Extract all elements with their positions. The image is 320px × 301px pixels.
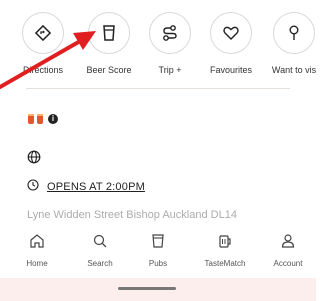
- tab-tastematch-label: TasteMatch: [204, 259, 246, 268]
- tab-account-label: Account: [273, 259, 303, 268]
- beer-badges: i: [28, 114, 58, 124]
- tab-tastematch[interactable]: TasteMatch: [200, 231, 250, 268]
- system-bottom-bar: [0, 278, 316, 301]
- pint-icon: [37, 114, 43, 124]
- opening-hours-row[interactable]: OPENS AT 2:00PM: [27, 178, 145, 196]
- tab-search-label: Search: [87, 259, 113, 268]
- info-icon[interactable]: i: [48, 114, 58, 124]
- heart-icon: [210, 12, 252, 54]
- opening-status[interactable]: OPENS AT 2:00PM: [47, 181, 145, 193]
- search-icon: [75, 231, 125, 251]
- directions-button[interactable]: Directions: [8, 12, 78, 88]
- bottom-tab-bar: Home Search Pubs TasteMatch Account: [0, 223, 316, 278]
- globe-icon: [27, 150, 41, 169]
- want-to-visit-label: Want to vis: [271, 65, 317, 75]
- favourites-label: Favourites: [209, 65, 253, 75]
- location-pin-icon: [273, 12, 315, 54]
- tab-home[interactable]: Home: [12, 231, 62, 268]
- beer-score-button[interactable]: Beer Score: [74, 12, 144, 88]
- tab-home-label: Home: [26, 259, 48, 268]
- favourites-button[interactable]: Favourites: [196, 12, 266, 88]
- clock-icon: [27, 178, 39, 196]
- trip-label: Trip +: [158, 65, 182, 75]
- action-row: Directions Beer Score Trip + Favourites …: [0, 0, 316, 88]
- beer-mug-icon: [200, 231, 250, 251]
- tab-search[interactable]: Search: [75, 231, 125, 268]
- section-divider: [26, 88, 290, 89]
- pint-icon: [28, 114, 34, 124]
- tab-pubs-label: Pubs: [148, 259, 168, 268]
- directions-label: Directions: [22, 65, 63, 75]
- home-indicator[interactable]: [118, 287, 176, 290]
- account-icon: [263, 231, 313, 251]
- website-row[interactable]: [27, 150, 41, 169]
- directions-icon: [22, 12, 64, 54]
- tab-account[interactable]: Account: [263, 231, 313, 268]
- address-partial: Lyne Widden Street Bishop Auckland DL14: [27, 209, 237, 221]
- route-icon: [149, 12, 191, 54]
- beer-glass-icon: [88, 12, 130, 54]
- home-icon: [12, 231, 62, 251]
- beer-score-label: Beer Score: [86, 65, 132, 75]
- trip-button[interactable]: Trip +: [135, 12, 205, 88]
- want-to-visit-button[interactable]: Want to vis: [259, 12, 320, 88]
- tab-pubs[interactable]: Pubs: [133, 231, 183, 268]
- pub-glass-icon: [133, 231, 183, 251]
